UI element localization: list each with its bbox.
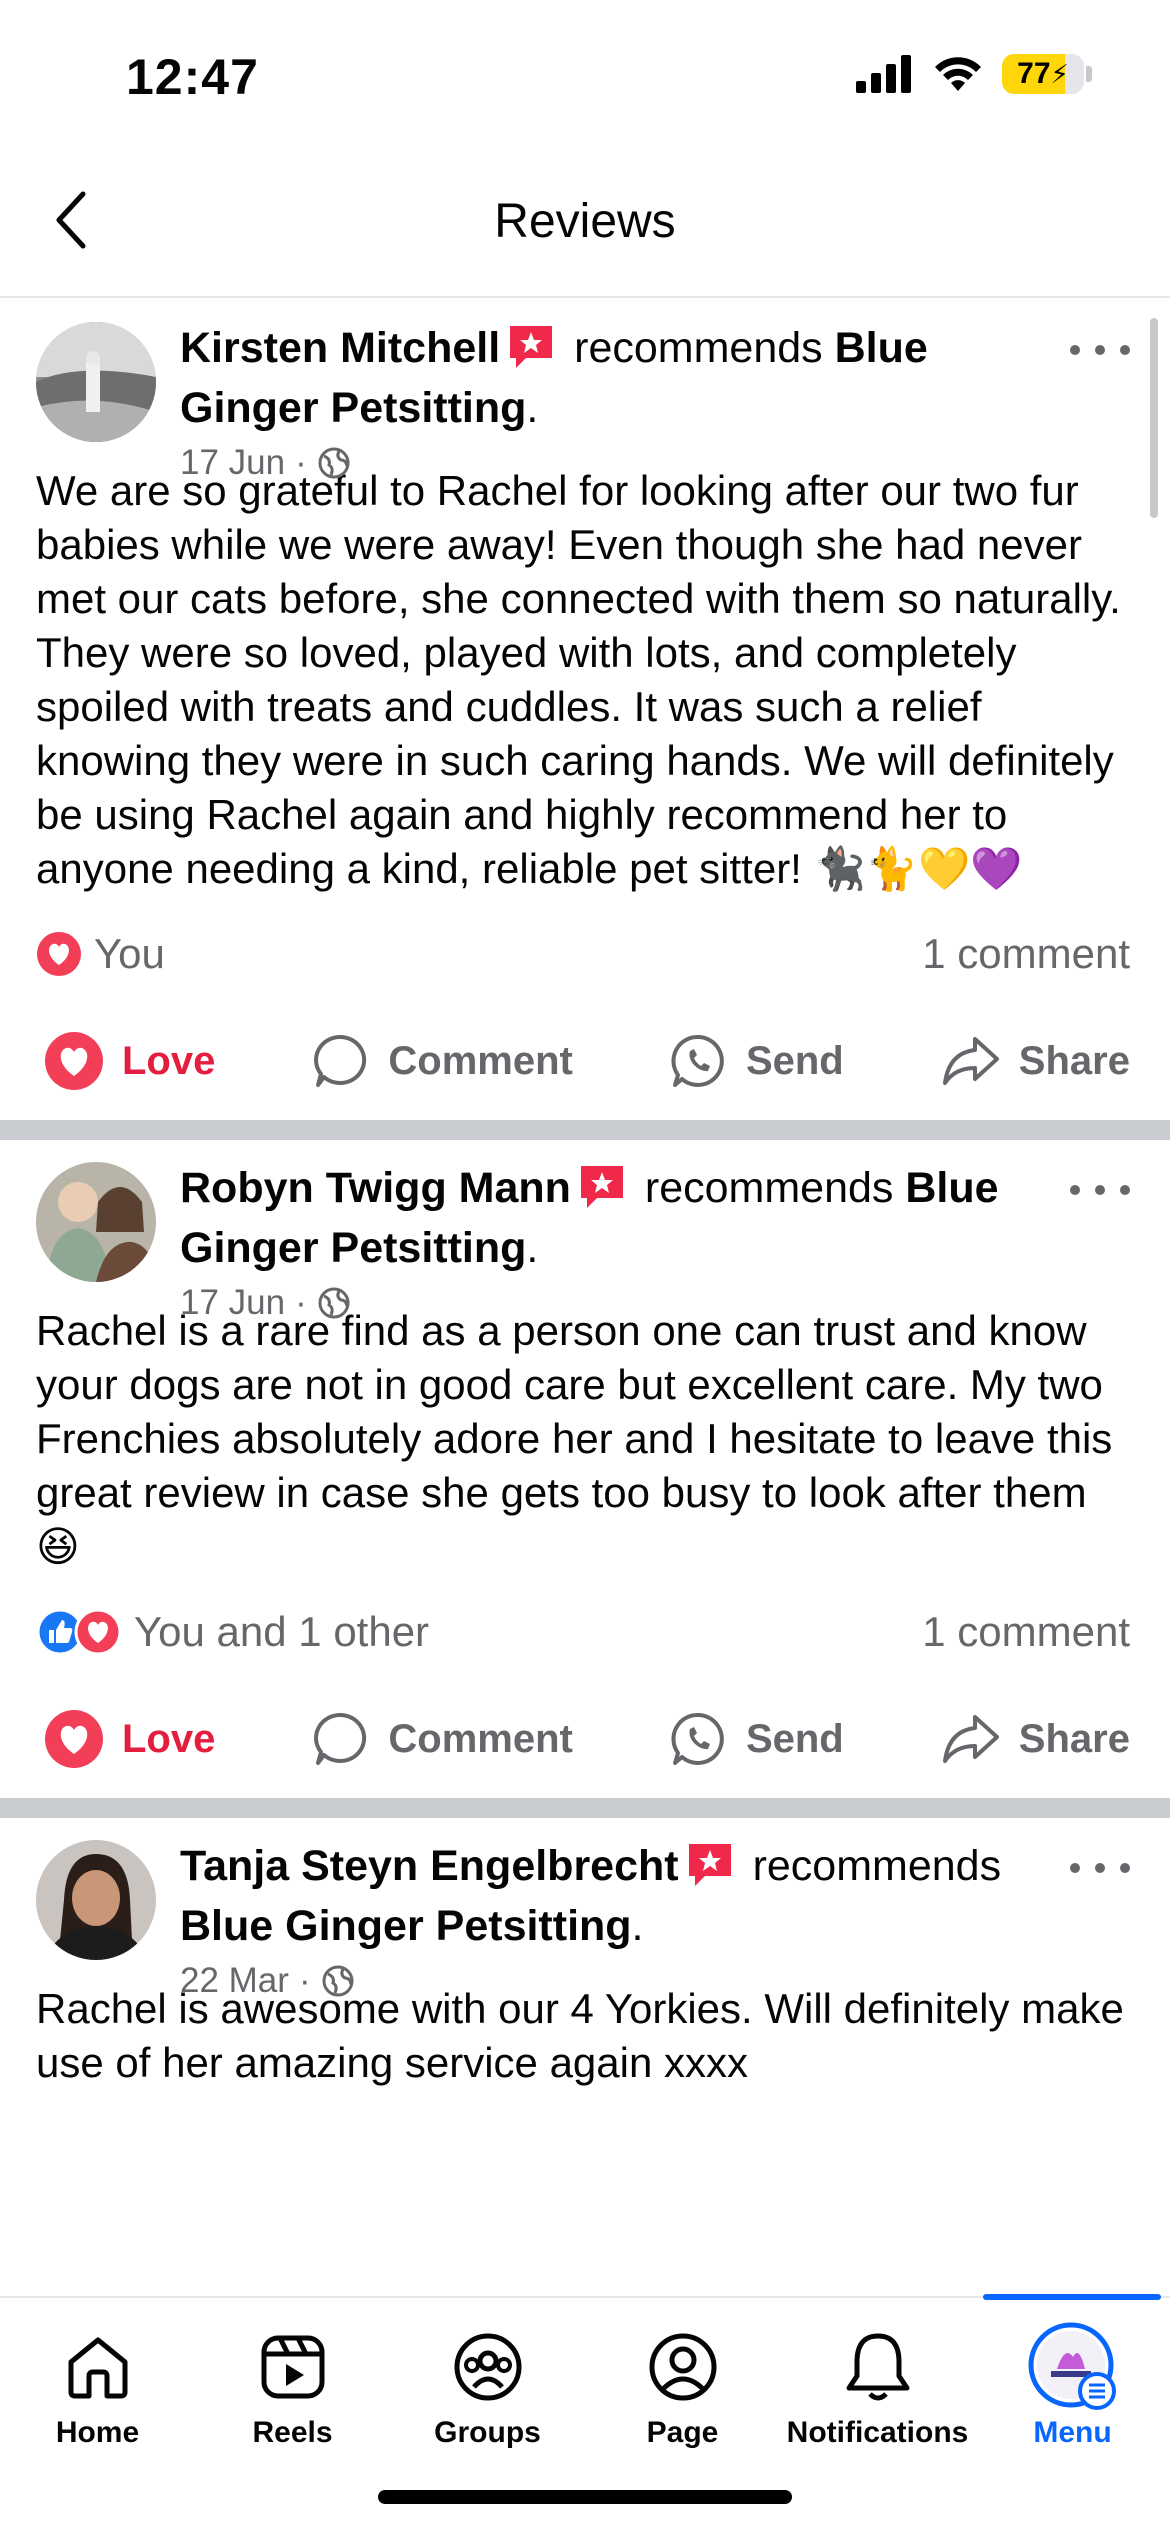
comment-bubble-icon xyxy=(314,1034,367,1087)
page-name-link[interactable]: Blue Ginger Petsitting xyxy=(180,1902,632,1950)
share-button[interactable]: Share xyxy=(941,1711,1130,1767)
top-bar: Reviews xyxy=(0,150,1170,298)
review-post: Robyn Twigg Mann recommends Blue Ginger … xyxy=(0,1140,1170,1818)
nav-menu[interactable]: Menu xyxy=(975,2322,1170,2450)
share-arrow-icon xyxy=(942,1715,999,1763)
menu-avatar-icon xyxy=(1028,2322,1116,2410)
post-divider xyxy=(0,1798,1170,1818)
battery-indicator: 77 ⚡ xyxy=(1002,54,1092,94)
comment-count[interactable]: 1 comment xyxy=(922,1608,1130,1656)
wifi-icon xyxy=(935,57,981,91)
reactors-text: You and 1 other xyxy=(134,1608,430,1655)
comment-bubble-icon xyxy=(314,1712,367,1765)
more-options-button[interactable] xyxy=(1070,1170,1130,1210)
nav-page[interactable]: Page xyxy=(585,2322,780,2450)
recommendation-badge-icon xyxy=(510,326,553,368)
review-text: Rachel is a rare find as a person one ca… xyxy=(36,1307,1113,1570)
post-header: Tanja Steyn Engelbrecht recommends Blue … xyxy=(0,1818,1170,2000)
author-name[interactable]: Kirsten Mitchell xyxy=(180,324,500,372)
post-meta: 17 Jun · xyxy=(180,438,1060,488)
send-button[interactable]: Send xyxy=(670,1032,844,1090)
whatsapp-icon xyxy=(671,1712,724,1765)
globe-icon xyxy=(322,1965,354,1997)
comment-count[interactable]: 1 comment xyxy=(922,930,1130,978)
comment-button[interactable]: Comment xyxy=(312,1032,573,1090)
post-actions: Love Comment Send Share xyxy=(0,1680,1170,1798)
recommends-text: recommends xyxy=(644,1164,894,1212)
author-name[interactable]: Robyn Twigg Mann xyxy=(180,1164,571,1212)
avatar[interactable] xyxy=(36,1162,156,1282)
groups-icon xyxy=(454,2333,521,2401)
love-reaction-icon xyxy=(37,932,81,976)
comment-button[interactable]: Comment xyxy=(312,1710,573,1768)
review-post: Tanja Steyn Engelbrecht recommends Blue … xyxy=(0,1818,1170,2090)
globe-icon xyxy=(318,447,350,479)
reels-icon xyxy=(261,2335,324,2399)
post-meta: 17 Jun · xyxy=(180,1278,1060,1328)
active-tab-indicator xyxy=(983,2294,1161,2300)
status-bar: 12:47 77 ⚡ xyxy=(0,0,1170,150)
love-button[interactable]: Love xyxy=(44,1031,215,1091)
post-divider xyxy=(0,1120,1170,1140)
post-meta: 22 Mar · xyxy=(180,1956,1060,2006)
post-actions: Love Comment Send Share xyxy=(0,1002,1170,1120)
home-indicator[interactable] xyxy=(378,2490,792,2504)
reactors-text: You xyxy=(94,930,165,977)
bell-icon xyxy=(846,2333,909,2401)
post-date[interactable]: 22 Mar xyxy=(180,1956,289,2006)
reaction-summary[interactable]: You 1 comment xyxy=(0,906,1170,1002)
whatsapp-icon xyxy=(671,1034,724,1087)
author-name[interactable]: Tanja Steyn Engelbrecht xyxy=(180,1842,679,1890)
battery-percent: 77 xyxy=(1017,57,1051,90)
recommendation-badge-icon xyxy=(580,1166,623,1208)
heart-filled-icon xyxy=(45,1032,103,1090)
nav-groups[interactable]: Groups xyxy=(390,2322,585,2450)
recommends-text: recommends xyxy=(574,324,823,372)
send-button[interactable]: Send xyxy=(670,1710,844,1768)
home-icon xyxy=(68,2337,127,2399)
cellular-signal-icon xyxy=(856,55,911,93)
recommends-text: recommends xyxy=(752,1842,1002,1890)
love-reaction-icon xyxy=(74,1608,122,1656)
heart-filled-icon xyxy=(45,1710,103,1768)
battery-icon: 77 ⚡ xyxy=(1002,54,1084,94)
status-time: 12:47 xyxy=(126,49,259,105)
recommendation-badge-icon xyxy=(688,1844,731,1886)
avatar[interactable] xyxy=(36,1840,156,1960)
love-button[interactable]: Love xyxy=(44,1709,215,1769)
nav-reels[interactable]: Reels xyxy=(195,2322,390,2450)
nav-notifications[interactable]: Notifications xyxy=(780,2322,975,2450)
post-header: Robyn Twigg Mann recommends Blue Ginger … xyxy=(0,1140,1170,1322)
globe-icon xyxy=(318,1287,350,1319)
review-text: We are so grateful to Rachel for looking… xyxy=(36,467,1121,892)
status-icons: 77 ⚡ xyxy=(856,54,1092,94)
reviews-feed[interactable]: Kirsten Mitchell recommends Blue Ginger … xyxy=(0,300,1170,2296)
reaction-summary[interactable]: You and 1 other 1 comment xyxy=(0,1584,1170,1680)
more-options-button[interactable] xyxy=(1070,1848,1130,1888)
review-post: Kirsten Mitchell recommends Blue Ginger … xyxy=(0,300,1170,1140)
share-button[interactable]: Share xyxy=(941,1033,1130,1089)
post-date[interactable]: 17 Jun xyxy=(180,438,285,488)
profile-page-icon xyxy=(649,2333,716,2401)
more-options-button[interactable] xyxy=(1070,330,1130,370)
post-date[interactable]: 17 Jun xyxy=(180,1278,285,1328)
post-header: Kirsten Mitchell recommends Blue Ginger … xyxy=(0,300,1170,482)
share-arrow-icon xyxy=(942,1037,999,1085)
page-title: Reviews xyxy=(494,195,676,248)
avatar[interactable] xyxy=(36,322,156,442)
nav-home[interactable]: Home xyxy=(0,2322,195,2450)
